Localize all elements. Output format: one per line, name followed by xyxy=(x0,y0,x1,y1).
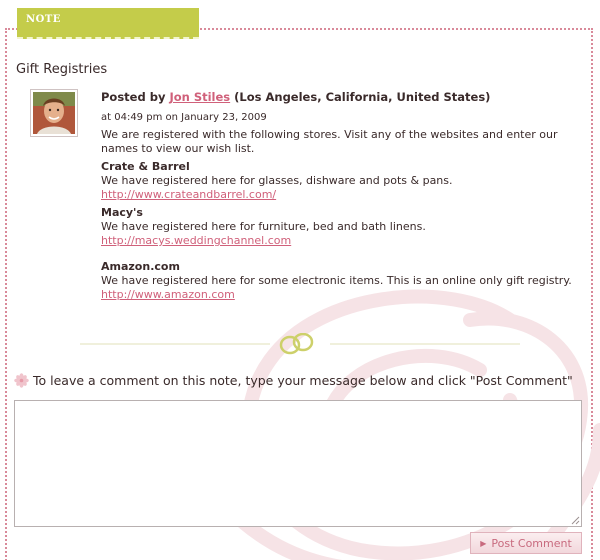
post-timestamp: at 04:49 pm on January 23, 2009 xyxy=(101,112,267,123)
store-name: Crate & Barrel xyxy=(101,160,190,173)
note-tab: NOTE xyxy=(17,8,199,39)
wedding-rings-icon xyxy=(279,333,314,355)
play-arrow-icon: ▶ xyxy=(480,538,487,548)
post-intro: We are registered with the following sto… xyxy=(101,128,558,155)
post-comment-button[interactable]: ▶ Post Comment xyxy=(470,532,582,554)
author-photo-icon xyxy=(33,92,75,134)
post-comment-label: Post Comment xyxy=(491,536,572,550)
resize-grip-icon[interactable] xyxy=(571,516,580,525)
note-post: Posted by Jon Stiles (Los Angeles, Calif… xyxy=(101,90,581,301)
note-tab-label: NOTE xyxy=(26,14,61,25)
note-title: Gift Registries xyxy=(16,62,108,77)
store-description: We have registered here for furniture, b… xyxy=(101,220,426,233)
store-entry-crate-barrel: Crate & Barrel We have registered here f… xyxy=(101,160,576,202)
store-entry-amazon: Amazon.com We have registered here for s… xyxy=(101,260,576,302)
comment-textarea[interactable] xyxy=(14,400,582,527)
author-link[interactable]: Jon Stiles xyxy=(169,90,230,104)
store-link[interactable]: http://macys.weddingchannel.com xyxy=(101,234,291,248)
store-link[interactable]: http://www.crateandbarrel.com/ xyxy=(101,188,276,202)
author-location: (Los Angeles, California, United States) xyxy=(234,90,491,104)
store-description: We have registered here for glasses, dis… xyxy=(101,174,453,187)
store-name: Macy's xyxy=(101,206,143,219)
comment-prompt-text: To leave a comment on this note, type yo… xyxy=(33,373,573,388)
store-name: Amazon.com xyxy=(101,260,180,273)
flower-icon xyxy=(14,373,29,388)
store-entry-macys: Macy's We have registered here for furni… xyxy=(101,206,576,248)
author-avatar[interactable] xyxy=(30,89,78,137)
store-description: We have registered here for some electro… xyxy=(101,274,572,287)
posted-by-prefix: Posted by xyxy=(101,90,166,104)
store-link[interactable]: http://www.amazon.com xyxy=(101,288,235,302)
comment-prompt: To leave a comment on this note, type yo… xyxy=(14,373,573,388)
posted-by-line: Posted by Jon Stiles (Los Angeles, Calif… xyxy=(101,90,581,104)
rings-divider xyxy=(80,333,520,355)
